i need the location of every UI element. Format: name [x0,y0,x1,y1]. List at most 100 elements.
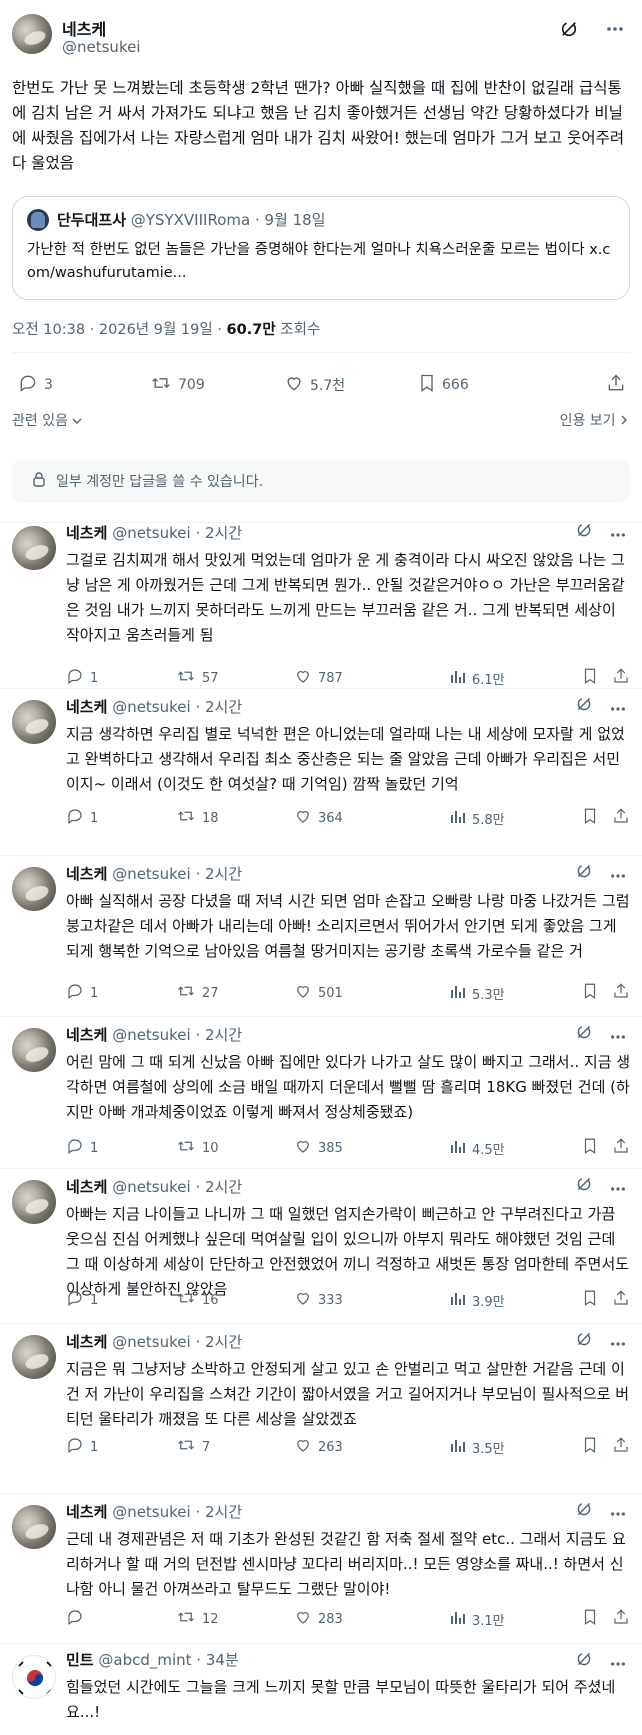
bookmark-button[interactable] [582,1607,598,1631]
avatar[interactable] [12,1655,56,1699]
grok-icon[interactable] [576,522,592,542]
timestamp[interactable]: 오전 10:38 · 2026년 9월 19일 · [12,322,222,338]
author-handle[interactable]: @netsukei · 2시간 [112,1178,242,1196]
more-icon[interactable] [610,523,626,542]
author-handle[interactable]: @netsukei · 2시간 [112,524,242,542]
reply-tweet[interactable]: 네츠케 @netsukei · 2시간 지금 생각하면 우리집 별로 넉넉한 편은… [0,690,642,836]
views-button[interactable]: 3.5만 [450,1435,505,1459]
views-button[interactable]: 6.1만 [450,666,505,690]
more-icon[interactable] [604,18,626,40]
more-icon[interactable] [610,697,626,716]
author-handle[interactable]: @netsukei · 2시간 [112,1503,242,1521]
more-icon[interactable] [610,1652,626,1671]
avatar[interactable] [12,700,56,744]
like-button[interactable]: 333 [294,1288,343,1312]
reply-button[interactable] [66,1607,90,1631]
retweet-button[interactable]: 7 [176,1435,210,1459]
reply-button[interactable]: 1 [66,666,98,690]
share-button[interactable] [612,1136,630,1160]
bookmark-button[interactable] [582,1435,598,1459]
reply-button[interactable]: 1 [66,1288,98,1312]
author-name[interactable]: 네츠케 [66,698,107,716]
retweet-button[interactable]: 709 [150,370,205,400]
share-button[interactable] [612,1607,630,1631]
views-button[interactable]: 3.1만 [450,1607,505,1631]
grok-icon[interactable] [576,1176,592,1196]
views-button[interactable]: 3.9만 [450,1288,505,1312]
avatar[interactable] [12,1335,56,1379]
avatar[interactable] [12,14,52,54]
grok-icon[interactable] [576,696,592,716]
reply-tweet[interactable]: 민트 @abcd_mint · 34분 힘들었던 시간에도 그늘을 크게 느끼지… [0,1645,642,1735]
bookmark-button[interactable] [582,981,598,1005]
like-button[interactable]: 364 [294,806,343,830]
author-name[interactable]: 네츠케 [66,865,107,883]
avatar[interactable] [12,1505,56,1549]
retweet-button[interactable]: 10 [176,1136,219,1160]
retweet-button[interactable]: 16 [176,1288,219,1312]
reply-tweet[interactable]: 네츠케 @netsukei · 2시간 근데 내 경제관념은 저 때 기초가 완성… [0,1495,642,1637]
like-button[interactable]: 501 [294,981,343,1005]
avatar[interactable] [12,1180,56,1224]
view-quotes-link[interactable]: 인용 보기 [560,410,628,430]
share-button[interactable] [612,666,630,690]
avatar[interactable] [12,1028,56,1072]
related-toggle[interactable]: 관련 있음 [12,410,82,430]
views-button[interactable]: 4.5만 [450,1136,505,1160]
grok-icon[interactable] [576,863,592,883]
reply-button[interactable]: 1 [66,1136,98,1160]
quoted-tweet[interactable]: 단두대프사 @YSYXVIIIRoma · 9월 18일 가난한 적 한번도 없… [12,196,630,300]
author-handle[interactable]: @abcd_mint · 34분 [98,1651,238,1669]
bookmark-button[interactable]: 666 [418,370,469,400]
like-button[interactable]: 385 [294,1136,343,1160]
more-icon[interactable] [610,1332,626,1351]
more-icon[interactable] [610,1177,626,1196]
more-icon[interactable] [610,1025,626,1044]
grok-icon[interactable] [576,1651,592,1671]
author-handle[interactable]: @netsukei [62,38,141,56]
bookmark-button[interactable] [582,806,598,830]
reply-tweet[interactable]: 네츠케 @netsukei · 2시간 어린 맘에 그 때 되게 신났음 아빠 집… [0,1018,642,1166]
grok-icon[interactable] [576,1024,592,1044]
retweet-button[interactable]: 57 [176,666,219,690]
reply-tweet[interactable]: 네츠케 @netsukei · 2시간 지금은 뭐 그냥저냥 소박하고 안정되게 … [0,1325,642,1465]
reply-button[interactable]: 1 [66,1435,98,1459]
more-icon[interactable] [610,1502,626,1521]
bookmark-button[interactable] [582,1288,598,1312]
author-handle[interactable]: @netsukei · 2시간 [112,865,242,883]
like-button[interactable]: 5.7천 [284,370,345,400]
like-button[interactable]: 263 [294,1435,343,1459]
share-button[interactable] [612,1435,630,1459]
author-name[interactable]: 네츠케 [66,1333,107,1351]
reply-tweet[interactable]: 네츠케 @netsukei · 2시간 그걸로 김치찌개 해서 맛있게 먹었는데 … [0,516,642,696]
reply-tweet[interactable]: 네츠케 @netsukei · 2시간 아빠 실직해서 공장 다녔을 때 저녁 시… [0,857,642,1011]
share-button[interactable] [612,981,630,1005]
share-button[interactable] [612,806,630,830]
avatar[interactable] [12,526,56,570]
author-handle[interactable]: @netsukei · 2시간 [112,698,242,716]
more-icon[interactable] [610,864,626,883]
grok-icon[interactable] [576,1501,592,1521]
author-name[interactable]: 네츠케 [66,1503,107,1521]
retweet-button[interactable]: 27 [176,981,219,1005]
avatar[interactable] [12,867,56,911]
views-button[interactable]: 5.8만 [450,806,505,830]
share-button[interactable] [612,1288,630,1312]
reply-button[interactable]: 1 [66,981,98,1005]
retweet-button[interactable]: 12 [176,1607,219,1631]
author-handle[interactable]: @netsukei · 2시간 [112,1333,242,1351]
bookmark-button[interactable] [582,1136,598,1160]
share-button[interactable] [606,370,626,400]
author-name[interactable]: 네츠케 [66,1178,107,1196]
views-button[interactable]: 5.3만 [450,981,505,1005]
grok-icon[interactable] [558,18,580,40]
author-name[interactable]: 네츠케 [62,16,106,40]
reply-button[interactable]: 3 [18,370,53,400]
reply-tweet[interactable]: 네츠케 @netsukei · 2시간 아빠는 지금 나이들고 나니까 그 때 일… [0,1170,642,1318]
grok-icon[interactable] [576,1331,592,1351]
like-button[interactable]: 283 [294,1607,343,1631]
author-name[interactable]: 네츠케 [66,1026,107,1044]
like-button[interactable]: 787 [294,666,343,690]
reply-button[interactable]: 1 [66,806,98,830]
author-name[interactable]: 네츠케 [66,524,107,542]
